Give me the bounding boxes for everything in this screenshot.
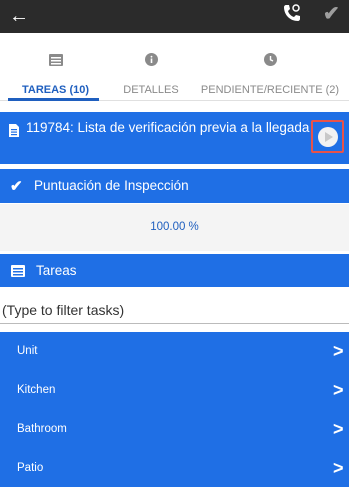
list-item-unit[interactable]: Unit > bbox=[0, 332, 349, 370]
list-item-label: Kitchen bbox=[17, 384, 56, 396]
confirm-check-icon[interactable]: ✔ bbox=[323, 3, 340, 25]
chevron-right-icon: > bbox=[333, 380, 344, 400]
task-header: 119784: Lista de verificación previa a l… bbox=[0, 112, 349, 164]
list-item-label: Bathroom bbox=[17, 423, 67, 435]
score-header[interactable]: ✔ Puntuación de Inspección bbox=[0, 169, 349, 203]
task-list: Unit > Kitchen > Bathroom > Patio > bbox=[0, 332, 349, 487]
score-value: 100.00 % bbox=[0, 204, 349, 251]
tasks-heading: Tareas bbox=[36, 263, 77, 278]
tab-detalles-label: DETALLES bbox=[123, 84, 179, 96]
phone-icon[interactable] bbox=[281, 2, 303, 29]
chevron-right-icon: > bbox=[333, 341, 344, 361]
list-item-label: Unit bbox=[17, 345, 38, 357]
tab-bar: TAREAS (10) DETALLES PENDIENTE/RECIENTE … bbox=[0, 33, 349, 101]
top-bar: ← ✔ bbox=[0, 0, 349, 33]
list-icon bbox=[11, 264, 25, 282]
clock-icon bbox=[263, 53, 277, 66]
play-icon bbox=[325, 132, 333, 142]
checkmark-icon: ✔ bbox=[10, 178, 23, 195]
play-button[interactable] bbox=[311, 120, 344, 153]
tab-detalles[interactable]: DETALLES bbox=[111, 33, 191, 101]
chevron-right-icon: > bbox=[333, 419, 344, 439]
tab-tareas[interactable]: TAREAS (10) bbox=[0, 33, 111, 101]
chevron-right-icon: > bbox=[333, 458, 344, 478]
list-item-bathroom[interactable]: Bathroom > bbox=[0, 410, 349, 448]
tab-tareas-label: TAREAS (10) bbox=[21, 84, 90, 96]
tab-pendiente-reciente[interactable]: PENDIENTE/RECIENTE (2) bbox=[191, 33, 349, 101]
list-icon bbox=[48, 53, 63, 66]
task-filter-input[interactable] bbox=[0, 296, 349, 324]
document-icon bbox=[9, 124, 19, 142]
back-arrow-icon[interactable]: ← bbox=[9, 4, 29, 28]
task-title: 119784: Lista de verificación previa a l… bbox=[26, 120, 310, 135]
list-item-patio[interactable]: Patio > bbox=[0, 449, 349, 487]
score-heading: Puntuación de Inspección bbox=[34, 178, 189, 193]
tasks-section-header[interactable]: Tareas bbox=[0, 254, 349, 287]
tab-pendiente-label: PENDIENTE/RECIENTE (2) bbox=[200, 84, 340, 96]
info-icon bbox=[144, 53, 158, 66]
list-item-label: Patio bbox=[17, 462, 44, 474]
list-item-kitchen[interactable]: Kitchen > bbox=[0, 371, 349, 409]
app-screen: ← ✔ TAREAS (10) DETALLES PENDIENTE/RECIE… bbox=[0, 0, 349, 487]
